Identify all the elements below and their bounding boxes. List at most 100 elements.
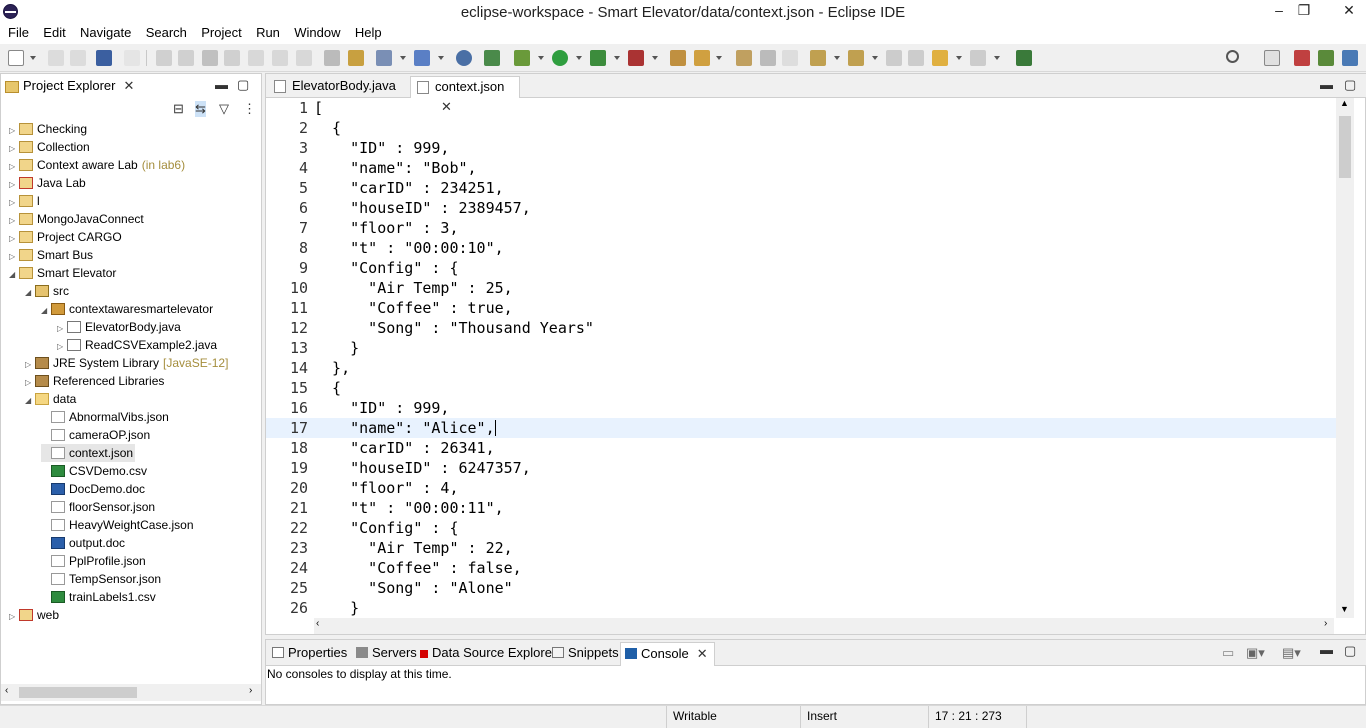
dropdown-icon[interactable] [438, 56, 444, 60]
display-console-icon[interactable]: ▣▾ [1246, 645, 1265, 661]
debug-icon[interactable] [514, 50, 530, 66]
code-line[interactable]: 16 "ID" : 999, [266, 398, 1336, 418]
new-java-icon[interactable] [414, 50, 430, 66]
last-edit-icon[interactable] [886, 50, 902, 66]
tree-item[interactable]: ◢ src [25, 282, 69, 300]
close-button[interactable]: ✕ [1334, 0, 1364, 22]
tab-snippets[interactable]: Snippets [552, 644, 619, 662]
close-icon[interactable]: ✕ [123, 78, 134, 94]
code-line[interactable]: 2 { [266, 118, 1336, 138]
tree-item[interactable]: ▷ JRE System Library [JavaSE-12] [25, 354, 228, 372]
resume-icon[interactable] [156, 50, 172, 66]
code-line[interactable]: 7 "floor" : 3, [266, 218, 1336, 238]
search-icon[interactable] [1226, 50, 1239, 63]
dropdown-icon[interactable] [400, 56, 406, 60]
tree-item[interactable]: trainLabels1.csv [41, 588, 156, 606]
view-menu-icon[interactable]: ⋮ [243, 101, 256, 117]
tree-item[interactable]: floorSensor.json [41, 498, 155, 516]
code-line[interactable]: 24 "Coffee" : false, [266, 558, 1336, 578]
tab-console[interactable]: Console ✕ [620, 642, 715, 666]
tree-expand-arrow-icon[interactable]: ◢ [41, 302, 51, 320]
dropdown-icon[interactable] [614, 56, 620, 60]
menu-file[interactable]: File [8, 24, 29, 40]
java-perspective-icon[interactable] [1342, 50, 1358, 66]
code-line[interactable]: 19 "houseID" : 6247357, [266, 458, 1336, 478]
menu-project[interactable]: Project [201, 24, 241, 40]
menu-run[interactable]: Run [256, 24, 280, 40]
tree-item[interactable]: ▷ Smart Bus [9, 246, 93, 264]
code-line[interactable]: 23 "Air Temp" : 22, [266, 538, 1336, 558]
dropdown-icon[interactable] [872, 56, 878, 60]
coverage-icon[interactable] [590, 50, 606, 66]
tab-elevatorbody-java[interactable]: ElevatorBody.java [268, 76, 406, 98]
tree-item[interactable]: ▷ ElevatorBody.java [57, 318, 181, 336]
minimize-panel-icon[interactable]: ▬ [215, 77, 228, 92]
code-text-area[interactable]: 1[2 {3 "ID" : 999, 4 "name": "Bob", 5 "car… [266, 98, 1336, 618]
tree-item[interactable]: ▷ ReadCSVExample2.java [57, 336, 217, 354]
dropdown-icon[interactable] [538, 56, 544, 60]
editor-horizontal-scrollbar[interactable]: ‹ › [314, 618, 1334, 634]
code-line[interactable]: 5 "carID" : 234251, [266, 178, 1336, 198]
new-server-icon[interactable] [376, 50, 392, 66]
step-return-icon[interactable] [296, 50, 312, 66]
code-line[interactable]: 18 "carID" : 26341, [266, 438, 1336, 458]
code-line[interactable]: 9 "Config" : { [266, 258, 1336, 278]
menu-search[interactable]: Search [146, 24, 187, 40]
toggle-icon[interactable] [348, 50, 364, 66]
tab-data-source-explorer[interactable]: Data Source Explorer [420, 644, 556, 662]
pin-console-icon[interactable]: ▭ [1222, 645, 1234, 661]
maximize-button[interactable]: ❐ [1289, 0, 1319, 22]
search-tool-icon[interactable] [694, 50, 710, 66]
status-insert-mode[interactable]: Insert [800, 706, 928, 728]
code-line[interactable]: 10 "Air Temp" : 25, [266, 278, 1336, 298]
code-line[interactable]: 1[ [266, 98, 1336, 118]
save-icon[interactable] [48, 50, 64, 66]
new-dropdown-icon[interactable] [30, 56, 36, 60]
minimize-editor-icon[interactable]: ▬ [1320, 77, 1333, 92]
maximize-panel-icon[interactable]: ▢ [1344, 643, 1356, 659]
minimize-panel-icon[interactable]: ▬ [1320, 642, 1333, 657]
dropdown-icon[interactable] [652, 56, 658, 60]
tree-item[interactable]: ▷ web [9, 606, 59, 624]
code-line[interactable]: 11 "Coffee" : true, [266, 298, 1336, 318]
dropdown-icon[interactable] [994, 56, 1000, 60]
scroll-thumb[interactable] [1339, 116, 1351, 178]
new-icon[interactable] [8, 50, 24, 66]
tree-item[interactable]: ▷ Java Lab [9, 174, 86, 192]
task-icon[interactable] [736, 50, 752, 66]
maximize-editor-icon[interactable]: ▢ [1344, 77, 1356, 93]
tree-item[interactable]: ▷ Project CARGO [9, 228, 122, 246]
pin-editor-icon[interactable] [1016, 50, 1032, 66]
tab-properties[interactable]: Properties [272, 644, 347, 662]
scroll-left-icon[interactable]: ‹ [5, 685, 8, 696]
close-icon[interactable]: ✕ [697, 645, 708, 663]
menu-window[interactable]: Window [294, 24, 340, 40]
tree-item[interactable]: HeavyWeightCase.json [41, 516, 194, 534]
debug-perspective-icon[interactable] [1318, 50, 1334, 66]
terminal-icon[interactable] [96, 50, 112, 66]
menu-navigate[interactable]: Navigate [80, 24, 131, 40]
forward-edit-icon[interactable] [908, 50, 924, 66]
run-icon[interactable] [552, 50, 568, 66]
tab-context-json[interactable]: context.json✕ [410, 76, 520, 114]
prev-annotation-icon[interactable] [848, 50, 864, 66]
dropdown-icon[interactable] [834, 56, 840, 60]
tree-item[interactable]: ▷ Referenced Libraries [25, 372, 164, 390]
code-line[interactable]: 12 "Song" : "Thousand Years" [266, 318, 1336, 338]
tree-expand-arrow-icon[interactable]: ◢ [25, 392, 35, 410]
next-annotation-icon[interactable] [810, 50, 826, 66]
scroll-right-icon[interactable]: › [249, 685, 252, 696]
tab-servers[interactable]: Servers [356, 644, 417, 662]
step-over-icon[interactable] [272, 50, 288, 66]
scroll-down-icon[interactable]: ▼ [1340, 604, 1349, 614]
tree-expand-arrow-icon[interactable]: ▷ [9, 608, 19, 626]
tree-item[interactable]: ▷ MongoJavaConnect [9, 210, 144, 228]
code-line[interactable]: 22 "Config" : { [266, 518, 1336, 538]
scroll-right-icon[interactable]: › [1324, 618, 1327, 629]
tree-item[interactable]: ▷ Context aware Lab (in lab6) [9, 156, 185, 174]
tree-item[interactable]: ◢ data [25, 390, 76, 408]
forward-icon[interactable] [970, 50, 986, 66]
code-line[interactable]: 21 "t" : "00:00:11", [266, 498, 1336, 518]
tree-item[interactable]: ▷ Checking [9, 120, 87, 138]
scroll-up-icon[interactable]: ▲ [1340, 98, 1349, 108]
